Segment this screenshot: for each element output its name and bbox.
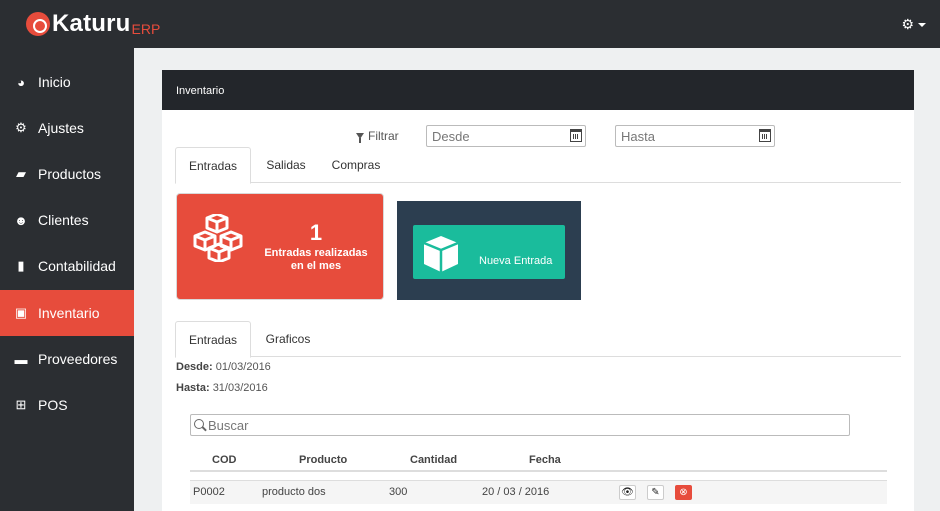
cart-icon: ⊞ — [15, 397, 27, 412]
cell-fecha: 20 / 03 / 2016 — [482, 486, 550, 498]
filter-label: Filtrar — [368, 129, 399, 143]
range-from: Desde: 01/03/2016 — [176, 361, 271, 373]
book-icon: ▮ — [17, 258, 25, 273]
panel-title: Inventario — [162, 70, 914, 110]
date-from-placeholder: Desde — [432, 129, 470, 144]
entries-stat-card: 1 Entradas realizadas en el mes — [176, 193, 384, 300]
brand-logo[interactable]: Katuru ERP — [26, 12, 160, 36]
sidebar-item-productos[interactable]: ▰ Productos — [0, 151, 134, 197]
cubes-icon: ▣ — [14, 305, 28, 320]
search-input[interactable]: Buscar — [190, 414, 850, 436]
dashboard-icon: ◕ — [17, 74, 25, 90]
cubes-icon — [193, 214, 243, 262]
range-to-label: Hasta: — [176, 382, 210, 394]
truck-icon: ▬ — [14, 351, 28, 367]
table-header: COD Producto Cantidad Fecha — [190, 450, 887, 472]
gear-icon: ⚙ — [901, 16, 914, 32]
sidebar-item-label: Proveedores — [38, 351, 118, 367]
range-from-label: Desde: — [176, 361, 213, 373]
entries-count: 1 — [309, 220, 323, 245]
date-to-placeholder: Hasta — [621, 129, 655, 144]
cell-cod: P0002 — [193, 486, 225, 498]
sidebar-item-inventario[interactable]: ▣ Inventario — [0, 290, 134, 336]
sidebar-item-pos[interactable]: ⊞ POS — [0, 382, 134, 428]
new-entry-card: Nueva Entrada — [397, 201, 581, 300]
sidebar-item-label: Productos — [38, 166, 102, 182]
entries-count-label: Entradas realizadas en el mes — [264, 247, 368, 272]
view-tabs: Entradas Graficos — [175, 321, 901, 358]
cogs-icon: ⚙ — [15, 120, 27, 135]
edit-icon[interactable]: ✎ — [647, 485, 664, 500]
tab-entradas-list[interactable]: Entradas — [175, 321, 251, 358]
date-to-input[interactable]: Hasta — [615, 125, 775, 147]
view-icon[interactable]: 👁 — [619, 485, 636, 500]
settings-dropdown[interactable]: ⚙ — [901, 16, 926, 33]
tab-compras[interactable]: Compras — [323, 147, 389, 183]
users-icon: ☻ — [14, 212, 28, 228]
sidebar-item-clientes[interactable]: ☻ Clientes — [0, 197, 134, 243]
tab-salidas[interactable]: Salidas — [253, 147, 319, 183]
sidebar-item-ajustes[interactable]: ⚙ Ajustes — [0, 105, 134, 151]
basket-icon: ▰ — [16, 166, 26, 181]
cell-producto: producto dos — [262, 486, 326, 498]
caret-down-icon — [918, 22, 926, 27]
sidebar-item-label: Inicio — [38, 74, 71, 90]
tab-graficos[interactable]: Graficos — [253, 321, 323, 357]
cell-cantidad: 300 — [389, 486, 408, 498]
table-row: P0002 producto dos 300 20 / 03 / 2016 👁 … — [190, 480, 887, 504]
inventory-panel: Inventario Filtrar Desde Hasta Entradas … — [162, 70, 914, 511]
cube-icon — [423, 236, 459, 272]
sidebar-item-inicio[interactable]: ◕ Inicio — [0, 59, 134, 105]
column-header-cod[interactable]: COD — [212, 454, 236, 466]
brand-name: Katuru — [52, 10, 131, 37]
column-header-cantidad[interactable]: Cantidad — [410, 454, 457, 466]
sidebar-item-label: Clientes — [38, 212, 89, 228]
sidebar-item-proveedores[interactable]: ▬ Proveedores — [0, 336, 134, 382]
sidebar-item-contabilidad[interactable]: ▮ Contabilidad — [0, 243, 134, 289]
sidebar: ◕ Inicio ⚙ Ajustes ▰ Productos ☻ Cliente… — [0, 48, 134, 511]
search-icon — [194, 419, 204, 429]
top-navbar: Katuru ERP ⚙ — [0, 0, 940, 48]
date-from-input[interactable]: Desde — [426, 125, 586, 147]
range-to-value: 31/03/2016 — [212, 382, 268, 394]
new-entry-button[interactable]: Nueva Entrada — [413, 225, 565, 279]
column-header-producto[interactable]: Producto — [299, 454, 347, 466]
sidebar-item-label: Inventario — [38, 305, 100, 321]
calendar-icon[interactable] — [570, 129, 582, 142]
column-header-fecha[interactable]: Fecha — [529, 454, 561, 466]
sidebar-item-label: POS — [38, 397, 68, 413]
sidebar-item-label: Contabilidad — [38, 258, 116, 274]
sidebar-item-label: Ajustes — [38, 120, 84, 136]
delete-icon[interactable]: ⊗ — [675, 485, 692, 500]
search-placeholder: Buscar — [208, 418, 249, 433]
tab-entradas[interactable]: Entradas — [175, 147, 251, 184]
range-from-value: 01/03/2016 — [215, 361, 271, 373]
movement-tabs: Entradas Salidas Compras — [175, 147, 901, 184]
calendar-icon[interactable] — [759, 129, 771, 142]
katuru-logo-icon — [26, 12, 50, 36]
new-entry-label: Nueva Entrada — [479, 255, 553, 267]
range-to: Hasta: 31/03/2016 — [176, 382, 268, 394]
filter-icon — [356, 133, 364, 143]
filter-button[interactable]: Filtrar — [356, 129, 399, 143]
brand-suffix: ERP — [131, 21, 161, 37]
